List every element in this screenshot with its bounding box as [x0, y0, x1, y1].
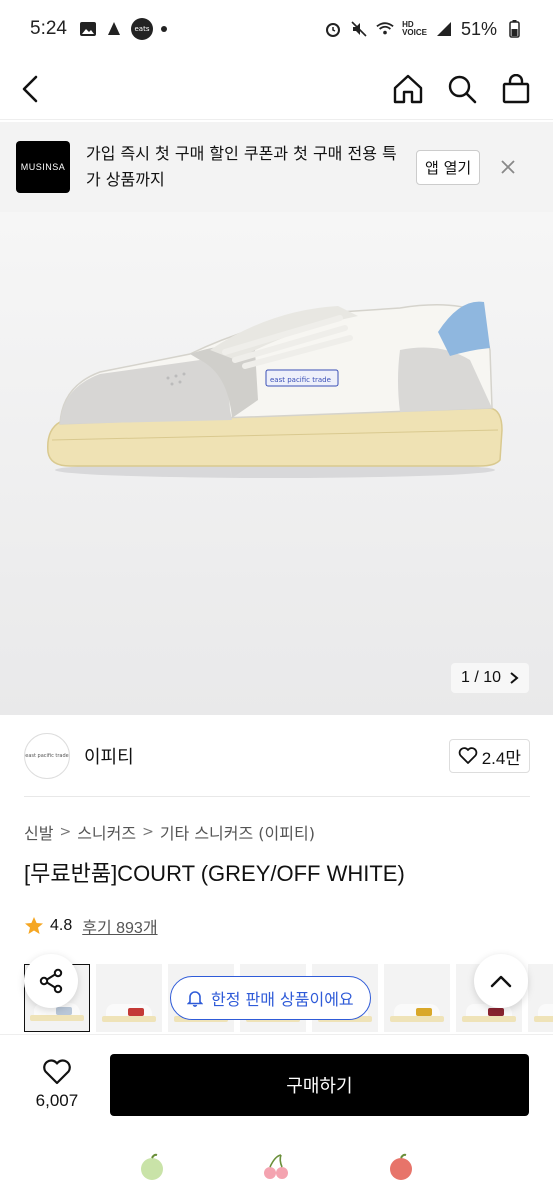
search-icon [448, 75, 477, 103]
seller-avatar-text: east pacific trade [25, 753, 69, 759]
thumbnail-shoe-image [390, 1002, 444, 1022]
product-thumbnail[interactable] [96, 964, 162, 1032]
buy-button[interactable]: 구매하기 [109, 1053, 529, 1116]
cart-button[interactable] [499, 72, 533, 106]
bell-icon [187, 991, 203, 1007]
star-icon [25, 917, 43, 934]
breadcrumb-item[interactable]: 기타 스니커즈 (이피티) [160, 820, 315, 844]
product-image: east pacific trade [47, 301, 503, 478]
back-button[interactable] [20, 69, 60, 109]
notification-app-icon [105, 20, 123, 38]
apple-green-icon[interactable] [135, 1150, 169, 1184]
breadcrumb: 신발 > 스니커즈 > 기타 스니커즈 (이피티) [24, 820, 315, 844]
product-thumbnail[interactable] [384, 964, 450, 1032]
image-counter-text: 1 / 10 [460, 669, 501, 686]
musinsa-logo: MUSINSA [16, 141, 70, 193]
battery-icon [505, 20, 523, 38]
heart-outline-icon [43, 1058, 71, 1084]
breadcrumb-item[interactable]: 스니커즈 [77, 820, 136, 844]
share-button[interactable] [24, 954, 78, 1008]
product-image-carousel[interactable]: east pacific trade 1 / 10 [0, 212, 553, 715]
seller-avatar[interactable]: east pacific trade [24, 733, 70, 779]
reviews-link[interactable]: 후기 893개 [82, 914, 157, 938]
home-button[interactable] [391, 72, 425, 106]
heart-outline-icon [458, 747, 478, 764]
battery-percent: 51% [460, 18, 497, 39]
product-title: [무료반품]COURT (GREY/OFF WHITE) [24, 861, 405, 886]
breadcrumb-separator-icon: > [59, 824, 72, 840]
top-navigation [0, 58, 553, 120]
brand-like-count: 2.4만 [481, 748, 521, 768]
cherry-icon[interactable] [259, 1150, 293, 1184]
app-install-banner: MUSINSA 가입 즉시 첫 구매 할인 쿠폰과 첫 구매 전용 특가 상품까… [0, 122, 553, 212]
divider [24, 796, 530, 797]
alarm-icon [324, 20, 342, 38]
rating-value: 4.8 [50, 917, 73, 934]
seller-row: east pacific trade 이피티 2.4만 [24, 728, 530, 784]
system-navigation-bar [0, 1134, 553, 1200]
product-thumbnail[interactable] [528, 964, 553, 1032]
status-time: 5:24 [30, 18, 67, 39]
mute-icon [350, 20, 368, 38]
hd-voice-label: HD VOICE [402, 20, 427, 37]
thumbnail-shoe-image [102, 1002, 156, 1022]
shoe-brand-label: east pacific trade [270, 376, 331, 384]
image-counter[interactable]: 1 / 10 [450, 663, 529, 693]
open-app-button[interactable]: 앱 열기 [416, 149, 481, 185]
wishlist-button[interactable]: 6,007 [24, 1058, 90, 1111]
breadcrumb-separator-icon: > [142, 824, 154, 840]
scroll-to-top-button[interactable] [474, 954, 528, 1008]
close-banner-button[interactable] [498, 157, 518, 177]
wishlist-count: 6,007 [35, 1090, 79, 1110]
seller-name[interactable]: 이피티 [84, 743, 134, 769]
more-notifications-dot [160, 26, 167, 32]
gallery-icon [79, 20, 97, 38]
chevron-right-icon [510, 672, 519, 684]
coupang-eats-icon: eats [130, 18, 153, 40]
shopping-bag-icon [502, 73, 530, 103]
product-rating: 4.8 후기 893개 [24, 914, 158, 938]
limited-sale-text: 한정 판매 상품이에요 [211, 990, 354, 1009]
brand-like-button[interactable]: 2.4만 [448, 739, 530, 773]
apple-red-icon[interactable] [384, 1150, 418, 1184]
close-icon [501, 160, 515, 174]
chevron-up-icon [490, 975, 512, 988]
breadcrumb-item[interactable]: 신발 [24, 820, 53, 844]
purchase-bar: 6,007 구매하기 [0, 1034, 553, 1134]
share-icon [39, 968, 63, 994]
search-button[interactable] [445, 72, 479, 106]
banner-message: 가입 즉시 첫 구매 할인 쿠폰과 첫 구매 전용 특가 상품까지 [86, 144, 397, 189]
home-icon [393, 74, 423, 103]
chevron-left-icon [22, 75, 38, 102]
limited-sale-badge: 한정 판매 상품이에요 [170, 976, 371, 1020]
thumbnail-shoe-image [534, 1002, 553, 1022]
wifi-icon [376, 20, 394, 38]
signal-icon [435, 20, 453, 38]
status-bar: 5:24 eats HD VOICE 51% [0, 0, 553, 58]
